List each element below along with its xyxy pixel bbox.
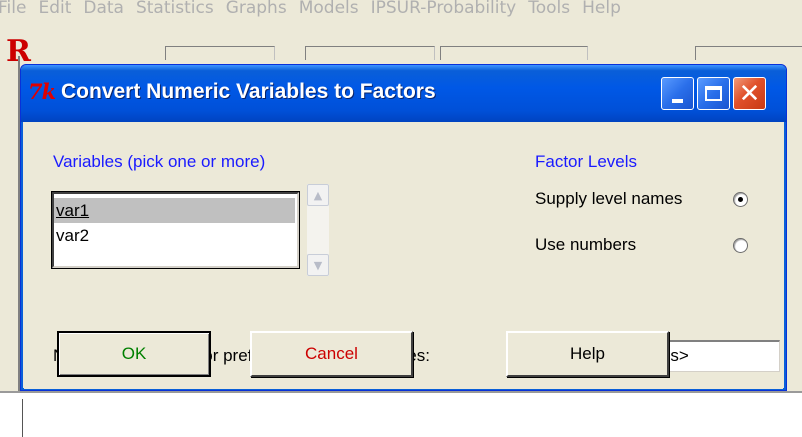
ok-button[interactable]: OK [57,331,211,377]
dialog-title: Convert Numeric Variables to Factors [61,80,436,103]
cancel-button[interactable]: Cancel [250,331,413,377]
background-toolbar-button[interactable] [695,46,802,60]
maximize-button[interactable] [697,77,730,110]
menu-file[interactable]: File [0,0,38,18]
menu-edit[interactable]: Edit [38,0,83,18]
close-button[interactable]: ✕ [733,77,766,110]
convert-to-factors-dialog: 7k Convert Numeric Variables to Factors … [20,64,787,391]
minimize-icon [672,98,683,103]
menu-help[interactable]: Help [582,0,633,18]
list-item-var1[interactable]: var1 [54,198,295,223]
menu-models[interactable]: Models [299,0,371,18]
background-toolbar-button[interactable] [165,46,275,60]
background-toolbar-button[interactable] [305,46,435,60]
use-numbers-radio[interactable] [733,238,748,253]
maximize-icon [705,86,722,101]
background-output-pane [0,391,802,437]
dialog-titlebar[interactable]: 7k Convert Numeric Variables to Factors … [21,65,786,122]
chevron-up-icon: ▲ [313,188,323,202]
variables-label: Variables (pick one or more) [53,152,266,171]
factor-levels-label: Factor Levels [535,152,638,171]
list-item-var2[interactable]: var2 [54,223,297,248]
supply-level-names-label[interactable]: Supply level names [535,189,682,209]
menu-statistics[interactable]: Statistics [136,0,226,18]
variables-listbox[interactable]: var1 var2 [51,191,300,269]
background-toolbar-button[interactable] [440,46,588,60]
close-icon: ✕ [738,78,761,109]
help-button[interactable]: Help [506,331,669,377]
menu-ipsur-probability[interactable]: IPSUR-Probability [371,0,529,18]
scroll-down-button[interactable]: ▼ [307,254,329,276]
menu-graphs[interactable]: Graphs [226,0,299,18]
minimize-button[interactable] [661,77,694,110]
background-menubar: File Edit Data Statistics Graphs Models … [0,0,802,26]
chevron-down-icon: ▼ [313,258,323,272]
menu-tools[interactable]: Tools [528,0,582,18]
supply-level-names-radio[interactable] [733,192,748,207]
tk-app-icon: 7k [28,79,56,104]
variables-scrollbar[interactable]: ▲ ▼ [307,184,329,276]
use-numbers-label[interactable]: Use numbers [535,235,636,255]
menu-data[interactable]: Data [83,0,136,18]
scroll-up-button[interactable]: ▲ [307,184,329,206]
